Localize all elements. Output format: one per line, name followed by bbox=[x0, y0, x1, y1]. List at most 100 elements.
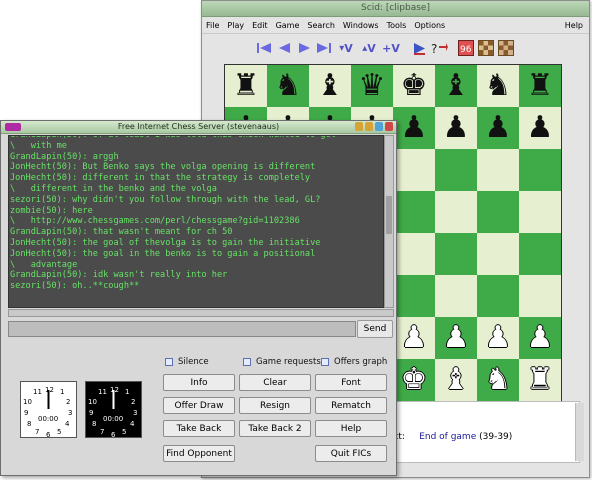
black-bishop-icon[interactable]: ♝ bbox=[317, 71, 344, 101]
offers-graph-checkbox[interactable]: Offers graph bbox=[321, 357, 387, 367]
white-rook-icon[interactable]: ♜ bbox=[527, 365, 554, 395]
square-e7[interactable]: ♟ bbox=[393, 107, 435, 149]
white-bishop-icon[interactable]: ♝ bbox=[443, 365, 470, 395]
minimize-button[interactable] bbox=[365, 122, 373, 131]
square-h7[interactable]: ♟ bbox=[519, 107, 561, 149]
square-f2[interactable]: ♟ bbox=[435, 317, 477, 359]
maximize-button[interactable] bbox=[375, 122, 383, 131]
console-scroll-thumb[interactable] bbox=[386, 196, 392, 234]
square-f5[interactable] bbox=[435, 191, 477, 233]
menu-tools[interactable]: Tools bbox=[387, 21, 407, 30]
black-pawn-icon[interactable]: ♟ bbox=[527, 113, 554, 143]
game-requests-checkbox-box[interactable] bbox=[243, 358, 251, 366]
square-h1[interactable]: ♜ bbox=[519, 359, 561, 401]
app-icon[interactable] bbox=[5, 123, 21, 131]
close-button[interactable] bbox=[385, 122, 393, 131]
square-f8[interactable]: ♝ bbox=[435, 65, 477, 107]
chat-console[interactable]: GrandLapin(50): of at least I was told t… bbox=[8, 135, 384, 308]
silence-checkbox-box[interactable] bbox=[165, 358, 173, 366]
gamelist-icon[interactable]: 96 bbox=[457, 40, 474, 57]
black-knight-icon[interactable]: ♞ bbox=[275, 71, 302, 101]
square-e6[interactable] bbox=[393, 149, 435, 191]
black-knight-icon[interactable]: ♞ bbox=[485, 71, 512, 101]
add-variation-button[interactable]: +V bbox=[382, 40, 400, 57]
square-g4[interactable] bbox=[477, 233, 519, 275]
menu-edit[interactable]: Edit bbox=[252, 21, 268, 30]
autoplay-icon[interactable] bbox=[411, 40, 428, 57]
white-pawn-icon[interactable]: ♟ bbox=[443, 323, 470, 353]
square-f3[interactable] bbox=[435, 275, 477, 317]
rematch-button[interactable]: Rematch bbox=[315, 397, 387, 414]
black-pawn-icon[interactable]: ♟ bbox=[401, 113, 428, 143]
info-button[interactable]: Info bbox=[163, 374, 235, 391]
first-move-icon[interactable] bbox=[256, 40, 273, 57]
square-b8[interactable]: ♞ bbox=[267, 65, 309, 107]
black-pawn-icon[interactable]: ♟ bbox=[485, 113, 512, 143]
square-g8[interactable]: ♞ bbox=[477, 65, 519, 107]
send-button[interactable]: Send bbox=[357, 320, 393, 338]
trial-mode-icon[interactable]: ? bbox=[431, 40, 448, 57]
square-h4[interactable] bbox=[519, 233, 561, 275]
silence-checkbox[interactable]: Silence bbox=[165, 357, 209, 367]
game-requests-checkbox[interactable]: Game requests bbox=[243, 357, 321, 367]
square-h2[interactable]: ♟ bbox=[519, 317, 561, 359]
square-g3[interactable] bbox=[477, 275, 519, 317]
square-h8[interactable]: ♜ bbox=[519, 65, 561, 107]
find-opponent-button[interactable]: Find Opponent bbox=[163, 445, 235, 462]
white-pawn-icon[interactable]: ♟ bbox=[401, 323, 428, 353]
black-king-icon[interactable]: ♚ bbox=[401, 71, 428, 101]
clear-button[interactable]: Clear bbox=[239, 374, 311, 391]
board-flip-icon[interactable] bbox=[497, 40, 514, 57]
square-h6[interactable] bbox=[519, 149, 561, 191]
resign-button[interactable]: Resign bbox=[239, 397, 311, 414]
console-vscrollbar[interactable] bbox=[384, 135, 394, 308]
square-g1[interactable]: ♞ bbox=[477, 359, 519, 401]
square-c8[interactable]: ♝ bbox=[309, 65, 351, 107]
variation-up-button[interactable]: ▴ V bbox=[359, 40, 379, 57]
console-hscrollbar[interactable] bbox=[8, 309, 394, 317]
offer-draw-button[interactable]: Offer Draw bbox=[163, 397, 235, 414]
black-rook-icon[interactable]: ♜ bbox=[233, 71, 260, 101]
fics-titlebar[interactable]: Free Internet Chess Server (stevenaaus) bbox=[1, 121, 396, 134]
quit-fics-button[interactable]: Quit FICs bbox=[315, 445, 387, 462]
square-f1[interactable]: ♝ bbox=[435, 359, 477, 401]
shade-button[interactable] bbox=[355, 122, 363, 131]
scid-titlebar[interactable]: Scid: [clipbase] bbox=[202, 1, 589, 17]
menu-file[interactable]: File bbox=[206, 21, 219, 30]
square-h5[interactable] bbox=[519, 191, 561, 233]
square-e3[interactable] bbox=[393, 275, 435, 317]
take-back-button[interactable]: Take Back bbox=[163, 420, 235, 437]
square-f7[interactable]: ♟ bbox=[435, 107, 477, 149]
square-h3[interactable] bbox=[519, 275, 561, 317]
menu-options[interactable]: Options bbox=[414, 21, 445, 30]
square-d8[interactable]: ♛ bbox=[351, 65, 393, 107]
help-button[interactable]: Help bbox=[315, 420, 387, 437]
menu-game[interactable]: Game bbox=[276, 21, 300, 30]
font-button[interactable]: Font bbox=[315, 374, 387, 391]
square-e1[interactable]: ♚ bbox=[393, 359, 435, 401]
black-pawn-icon[interactable]: ♟ bbox=[443, 113, 470, 143]
square-g6[interactable] bbox=[477, 149, 519, 191]
square-g2[interactable]: ♟ bbox=[477, 317, 519, 359]
board-setup-icon[interactable] bbox=[477, 40, 494, 57]
white-pawn-icon[interactable]: ♟ bbox=[485, 323, 512, 353]
next-move-icon[interactable] bbox=[296, 40, 313, 57]
square-a8[interactable]: ♜ bbox=[225, 65, 267, 107]
black-bishop-icon[interactable]: ♝ bbox=[443, 71, 470, 101]
square-f4[interactable] bbox=[435, 233, 477, 275]
square-e2[interactable]: ♟ bbox=[393, 317, 435, 359]
white-knight-icon[interactable]: ♞ bbox=[485, 365, 512, 395]
menu-search[interactable]: Search bbox=[307, 21, 334, 30]
square-g5[interactable] bbox=[477, 191, 519, 233]
menu-play[interactable]: Play bbox=[227, 21, 244, 30]
black-rook-icon[interactable]: ♜ bbox=[527, 71, 554, 101]
black-queen-icon[interactable]: ♛ bbox=[359, 71, 386, 101]
command-input[interactable] bbox=[8, 321, 356, 337]
square-e5[interactable] bbox=[393, 191, 435, 233]
status-scrollbar[interactable] bbox=[575, 403, 584, 461]
white-king-icon[interactable]: ♚ bbox=[401, 365, 428, 395]
offers-graph-checkbox-box[interactable] bbox=[321, 358, 329, 366]
menu-windows[interactable]: Windows bbox=[343, 21, 379, 30]
prev-move-icon[interactable] bbox=[276, 40, 293, 57]
square-e8[interactable]: ♚ bbox=[393, 65, 435, 107]
